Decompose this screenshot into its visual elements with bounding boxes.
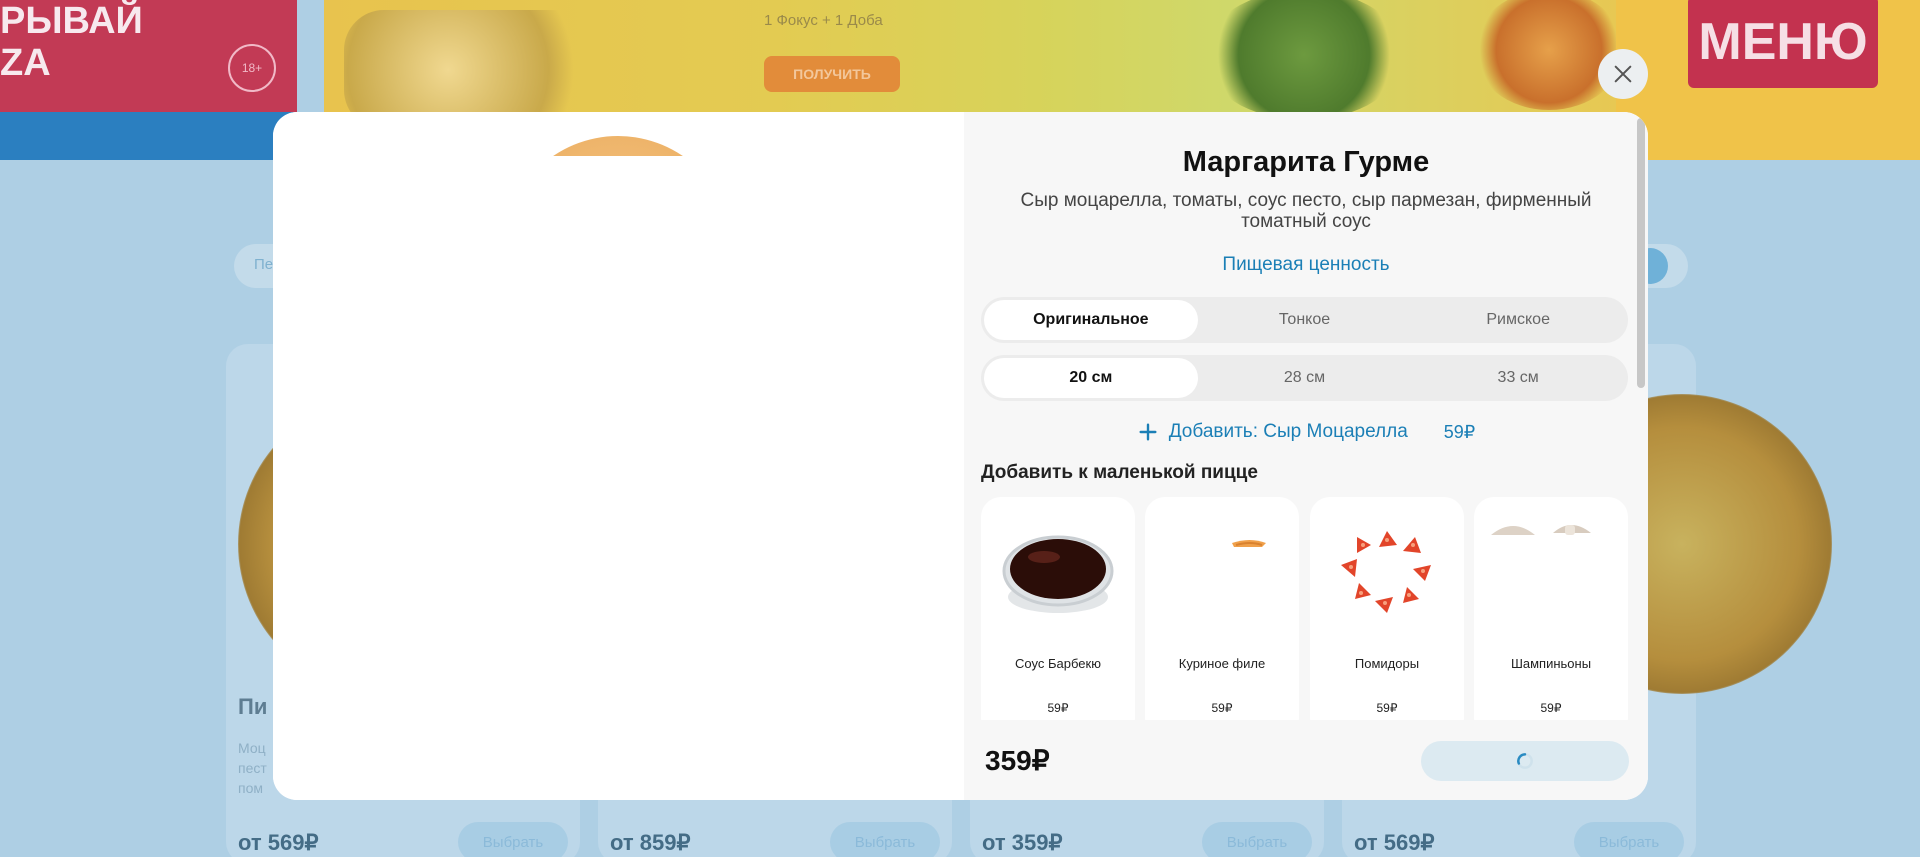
topping-price: 59₽ <box>1540 701 1562 715</box>
category-chip: Пе <box>254 256 274 273</box>
spinner-icon <box>1517 753 1533 769</box>
topping-card-mushrooms[interactable]: Шампиньоны 59₽ <box>1474 497 1628 720</box>
add-mozzarella-price: 59₽ <box>1443 421 1476 442</box>
chicken-fillet-image <box>1232 540 1266 547</box>
topping-price: 59₽ <box>1376 701 1398 715</box>
toppings-section-title: Добавить к маленькой пицце <box>981 462 1258 483</box>
add-mozzarella-label: Добавить: Сыр Моцарелла <box>1168 421 1408 442</box>
menu-banner-sign: МЕНЮ <box>1688 0 1878 88</box>
banner-caption: 1 Фокус + 1 Доба <box>764 12 883 29</box>
product-card-price: от 569₽ <box>238 830 319 855</box>
banner-get-button: ПОЛУЧИТЬ <box>764 56 900 92</box>
modal-footer: 359₽ <box>964 720 1648 800</box>
dough-option-thin[interactable]: Тонкое <box>1198 300 1412 340</box>
scrollbar-thumb[interactable] <box>1637 118 1645 388</box>
product-card-choose-button: Выбрать <box>830 822 940 857</box>
mushrooms-image <box>1491 525 1591 535</box>
product-card-price: от 359₽ <box>982 830 1063 855</box>
product-card-price: от 859₽ <box>610 830 691 855</box>
product-card-title: Пи <box>238 694 268 719</box>
product-title: Маргарита Гурме <box>1182 146 1430 178</box>
bbq-sauce-image <box>1002 535 1114 613</box>
modal-close-button[interactable] <box>1598 49 1648 99</box>
topping-card-tomatoes[interactable]: Помидоры 59₽ <box>1310 497 1464 720</box>
total-price: 359₽ <box>985 745 1050 776</box>
pizza-crust <box>503 136 733 366</box>
topping-price: 59₽ <box>1047 701 1069 715</box>
add-mozzarella-button[interactable]: Добавить: Сыр Моцарелла 59₽ <box>964 418 1648 446</box>
toppings-list: Соус Барбекю 59₽ Куриное филе 59₽ Помидо… <box>981 497 1631 720</box>
options-scrollbar[interactable] <box>1637 118 1645 718</box>
topping-name: Шампиньоны <box>1510 656 1592 671</box>
dough-option-original[interactable]: Оригинальное <box>984 300 1198 340</box>
plus-icon <box>1139 423 1157 441</box>
promo-banner-footer <box>0 112 297 160</box>
banner-food-image <box>1204 0 1404 120</box>
product-options-panel: Маргарита Гурме Сыр моцарелла, томаты, с… <box>964 112 1648 800</box>
product-card-choose-button: Выбрать <box>1574 822 1684 857</box>
product-card-choose-button: Выбрать <box>1202 822 1312 857</box>
topping-price: 59₽ <box>1211 701 1233 715</box>
nutrition-info-link[interactable]: Пищевая ценность <box>964 254 1648 276</box>
promo-banner-text: РЫВАЙ ZA <box>0 0 143 84</box>
tomatoes-image <box>1341 531 1431 613</box>
product-card-price: от 569₽ <box>1354 830 1435 855</box>
product-modal: Маргарита Гурме Сыр моцарелла, томаты, с… <box>273 112 1648 800</box>
size-option-28[interactable]: 28 см <box>1198 358 1412 398</box>
pizza-image <box>503 136 733 196</box>
promo-banner-right: МЕНЮ <box>1616 0 1920 160</box>
banner-food-image <box>1474 0 1624 110</box>
topping-card-chicken-fillet[interactable]: Куриное филе 59₽ <box>1145 497 1299 720</box>
topping-name: Помидоры <box>1354 656 1420 671</box>
size-option-33[interactable]: 33 см <box>1411 358 1625 398</box>
promo-banner-left: РЫВАЙ ZA 18+ <box>0 0 297 160</box>
pizza-size-selector: 20 см 28 см 33 см <box>981 355 1628 401</box>
topping-name: Соус Барбекю <box>1015 656 1101 671</box>
add-to-cart-button[interactable] <box>1421 741 1629 781</box>
close-icon <box>1614 65 1632 83</box>
product-description: Сыр моцарелла, томаты, соус песто, сыр п… <box>1020 190 1592 232</box>
topping-card-bbq-sauce[interactable]: Соус Барбекю 59₽ <box>981 497 1135 720</box>
dough-type-selector: Оригинальное Тонкое Римское <box>981 297 1628 343</box>
dough-option-roman[interactable]: Римское <box>1411 300 1625 340</box>
topping-name: Куриное филе <box>1178 656 1266 671</box>
product-card-choose-button: Выбрать <box>458 822 568 857</box>
size-option-20[interactable]: 20 см <box>984 358 1198 398</box>
age-rating-badge: 18+ <box>228 44 276 92</box>
options-scroll-area[interactable]: Маргарита Гурме Сыр моцарелла, томаты, с… <box>964 112 1648 720</box>
product-image-panel <box>273 112 964 800</box>
